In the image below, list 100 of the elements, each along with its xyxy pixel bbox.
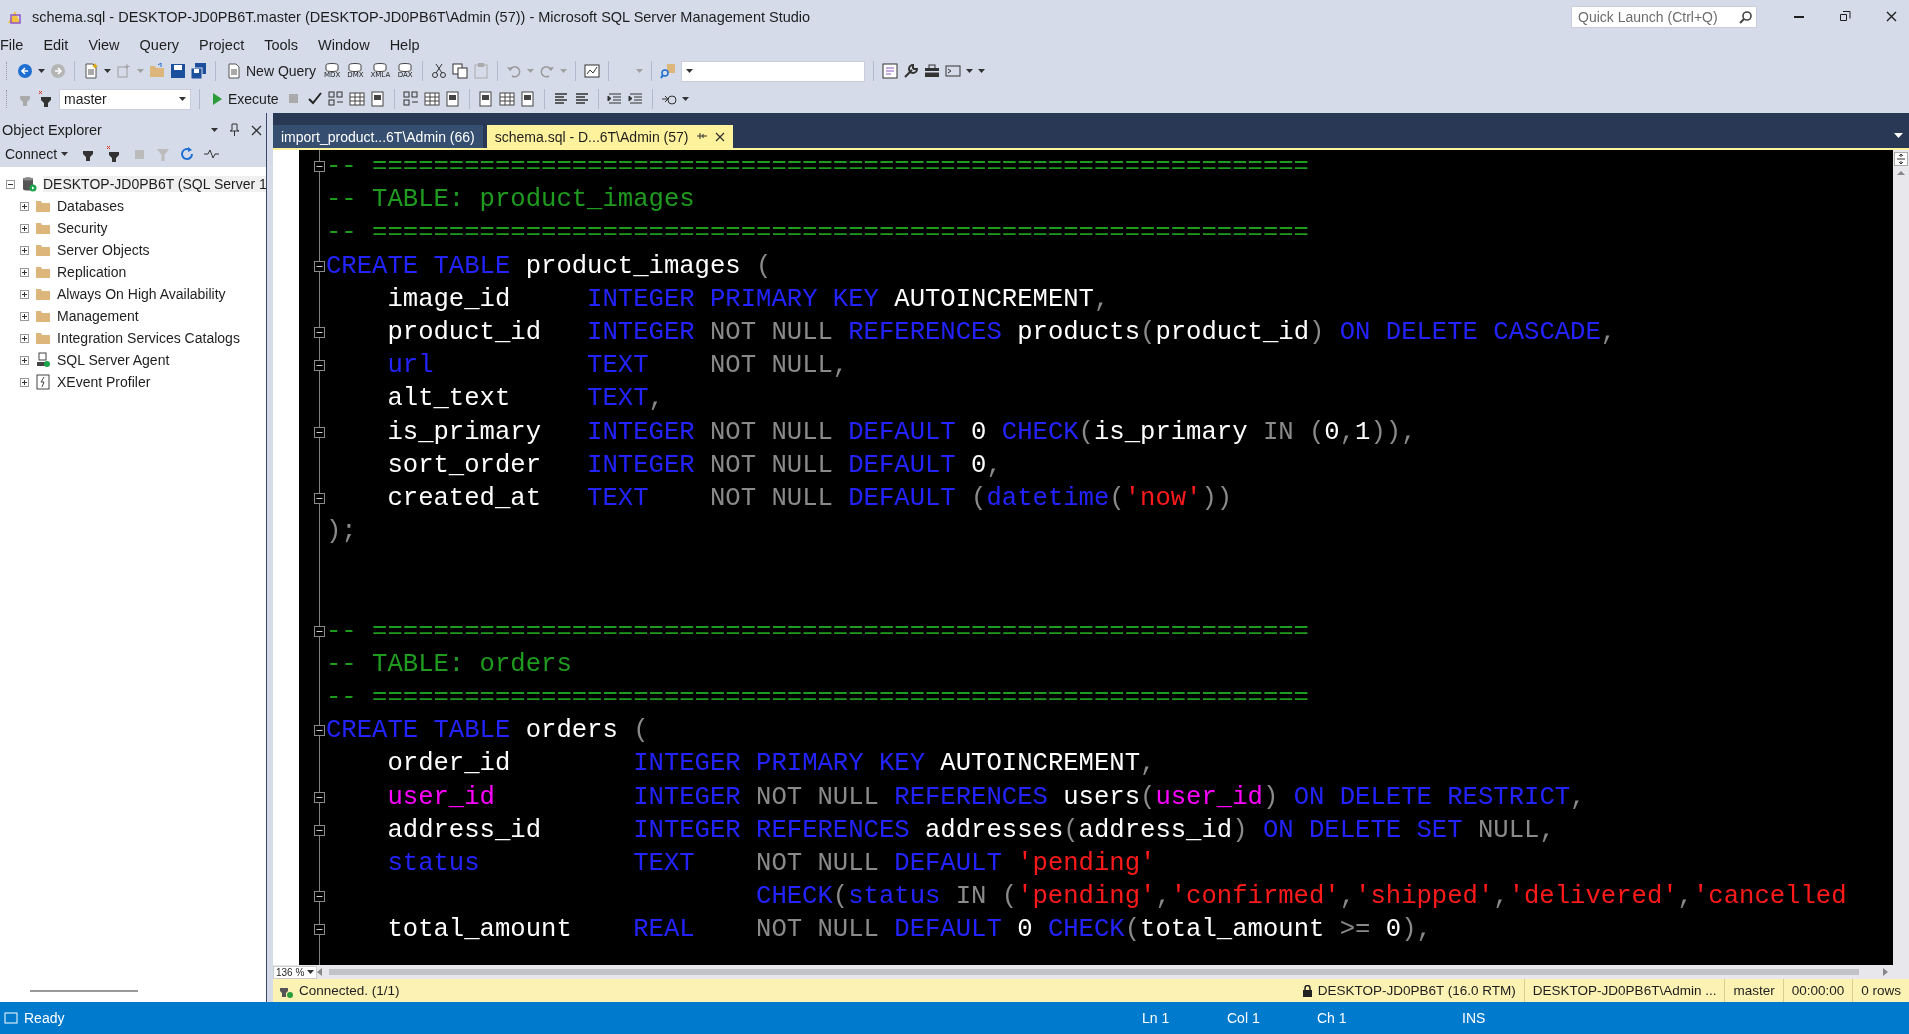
expand-icon[interactable] (20, 311, 29, 321)
caret-icon[interactable] (681, 97, 689, 101)
expand-icon[interactable] (20, 201, 29, 211)
code-line: ); (326, 516, 357, 549)
indent-icon[interactable] (627, 91, 644, 107)
grid-icon[interactable] (423, 91, 440, 107)
menu-item[interactable]: Help (389, 37, 430, 53)
terminal-icon[interactable] (945, 63, 962, 79)
properties-icon[interactable] (882, 63, 899, 79)
caret-icon[interactable] (211, 128, 218, 132)
toolbox-icon[interactable] (924, 63, 941, 79)
code-line: -- TABLE: product_images (326, 184, 695, 217)
execute-button[interactable]: Execute (208, 89, 281, 109)
document-tab[interactable]: schema.sql - D...6T\Admin (57) (486, 125, 734, 148)
collapse-icon[interactable] (314, 360, 325, 372)
indent-icon[interactable] (606, 91, 623, 107)
document-icon[interactable] (519, 91, 536, 107)
expand-icon[interactable] (20, 223, 29, 233)
database-icon (347, 63, 364, 72)
save-all-icon[interactable] (191, 63, 207, 79)
pin-icon[interactable] (696, 133, 708, 140)
collapse-icon[interactable] (314, 625, 325, 637)
expand-icon[interactable] (20, 355, 29, 365)
scroll-right-icon[interactable] (1883, 968, 1889, 976)
collapse-icon[interactable] (314, 725, 325, 737)
plan-icon[interactable] (402, 91, 419, 107)
collapse-icon[interactable] (314, 791, 325, 803)
refresh-icon[interactable] (180, 147, 195, 161)
zoom-dropdown[interactable]: 136 % (273, 965, 317, 979)
collapse-icon[interactable] (314, 326, 325, 338)
cut-icon[interactable] (431, 63, 448, 79)
tree-item[interactable]: Integration Services Catalogs (57, 330, 240, 346)
scroll-bar[interactable] (30, 990, 138, 992)
caret-icon[interactable] (61, 152, 69, 156)
caret-icon[interactable] (38, 69, 45, 73)
tree-item[interactable]: XEvent Profiler (57, 374, 151, 390)
pin-icon[interactable] (228, 123, 241, 137)
menu-item[interactable]: Edit (43, 37, 79, 53)
close-icon[interactable] (715, 131, 726, 142)
results-icon[interactable] (369, 91, 386, 107)
menu-item[interactable]: Project (199, 37, 255, 53)
collapse-icon[interactable] (314, 260, 325, 272)
tree-item[interactable]: Always On High Availability (57, 286, 226, 302)
menu-item[interactable]: File (0, 37, 34, 53)
expand-icon[interactable] (20, 245, 29, 255)
tree-item[interactable]: Databases (57, 198, 124, 214)
connect-button[interactable]: Connect (3, 144, 71, 164)
collapse-icon[interactable] (314, 426, 325, 438)
activity-icon[interactable] (204, 147, 220, 161)
document-icon[interactable] (444, 91, 461, 107)
document-tab[interactable]: import_product...6T\Admin (66) (273, 125, 483, 148)
code-line: total_amount REAL NOT NULL DEFAULT 0 CHECK(total_amount >= 0), (386, 914, 1432, 947)
results-icon[interactable] (477, 91, 494, 107)
close-icon[interactable] (251, 124, 262, 136)
menu-item[interactable]: Window (318, 37, 380, 53)
collapse-icon[interactable] (314, 924, 325, 936)
menu-item[interactable]: Tools (264, 37, 309, 53)
scroll-up-icon[interactable] (1896, 170, 1906, 176)
grid-icon[interactable] (348, 91, 365, 107)
tree-item[interactable]: SQL Server Agent (57, 352, 170, 368)
menu-item[interactable]: View (88, 37, 130, 53)
collapse-icon[interactable] (314, 891, 325, 903)
menu-item[interactable]: Query (139, 37, 190, 53)
expand-icon[interactable] (20, 289, 29, 299)
tree-item[interactable]: DESKTOP-JD0PB6T (SQL Server 1 (43, 176, 266, 192)
scroll-bar[interactable] (329, 969, 1859, 975)
collapse-icon[interactable] (314, 161, 325, 172)
copy-icon[interactable] (452, 63, 469, 79)
plan-icon[interactable] (327, 91, 344, 107)
expand-icon[interactable] (20, 267, 29, 277)
caret-icon[interactable] (179, 97, 186, 101)
expand-icon[interactable] (20, 377, 29, 387)
caret-icon[interactable] (104, 69, 111, 73)
code-line: address_id INTEGER REFERENCES addresses(address_id) ON DELETE SET NULL, (386, 814, 1555, 847)
new-query-button[interactable]: New Query (224, 61, 319, 81)
collapse-icon[interactable] (314, 492, 325, 504)
tree-item[interactable]: Server Objects (57, 242, 150, 258)
wrench-icon[interactable] (903, 63, 920, 79)
checkmark-icon[interactable] (306, 91, 323, 107)
caret-icon[interactable] (1894, 133, 1903, 138)
tree-item[interactable]: Management (57, 308, 139, 324)
save-icon[interactable] (170, 63, 186, 79)
caret-icon[interactable] (686, 69, 694, 73)
find-icon[interactable] (660, 63, 677, 79)
tree-item[interactable]: Replication (57, 264, 127, 280)
list-icon[interactable] (552, 91, 569, 107)
grid-icon[interactable] (498, 91, 515, 107)
back-icon[interactable] (17, 63, 33, 79)
quick-launch-field[interactable]: Quick Launch (Ctrl+Q) (1571, 5, 1757, 28)
new-project-icon[interactable] (83, 63, 99, 79)
caret-icon[interactable] (307, 970, 314, 974)
tree-item[interactable]: Security (57, 220, 108, 236)
collapse-icon[interactable] (6, 179, 15, 189)
database-dropdown[interactable]: master (59, 88, 191, 110)
activity-monitor-icon[interactable] (584, 63, 601, 79)
collapse-icon[interactable] (314, 824, 325, 836)
expand-icon[interactable] (20, 333, 29, 343)
agent-icon (35, 352, 51, 368)
split-icon[interactable] (1894, 152, 1908, 166)
list-icon[interactable] (573, 91, 590, 107)
